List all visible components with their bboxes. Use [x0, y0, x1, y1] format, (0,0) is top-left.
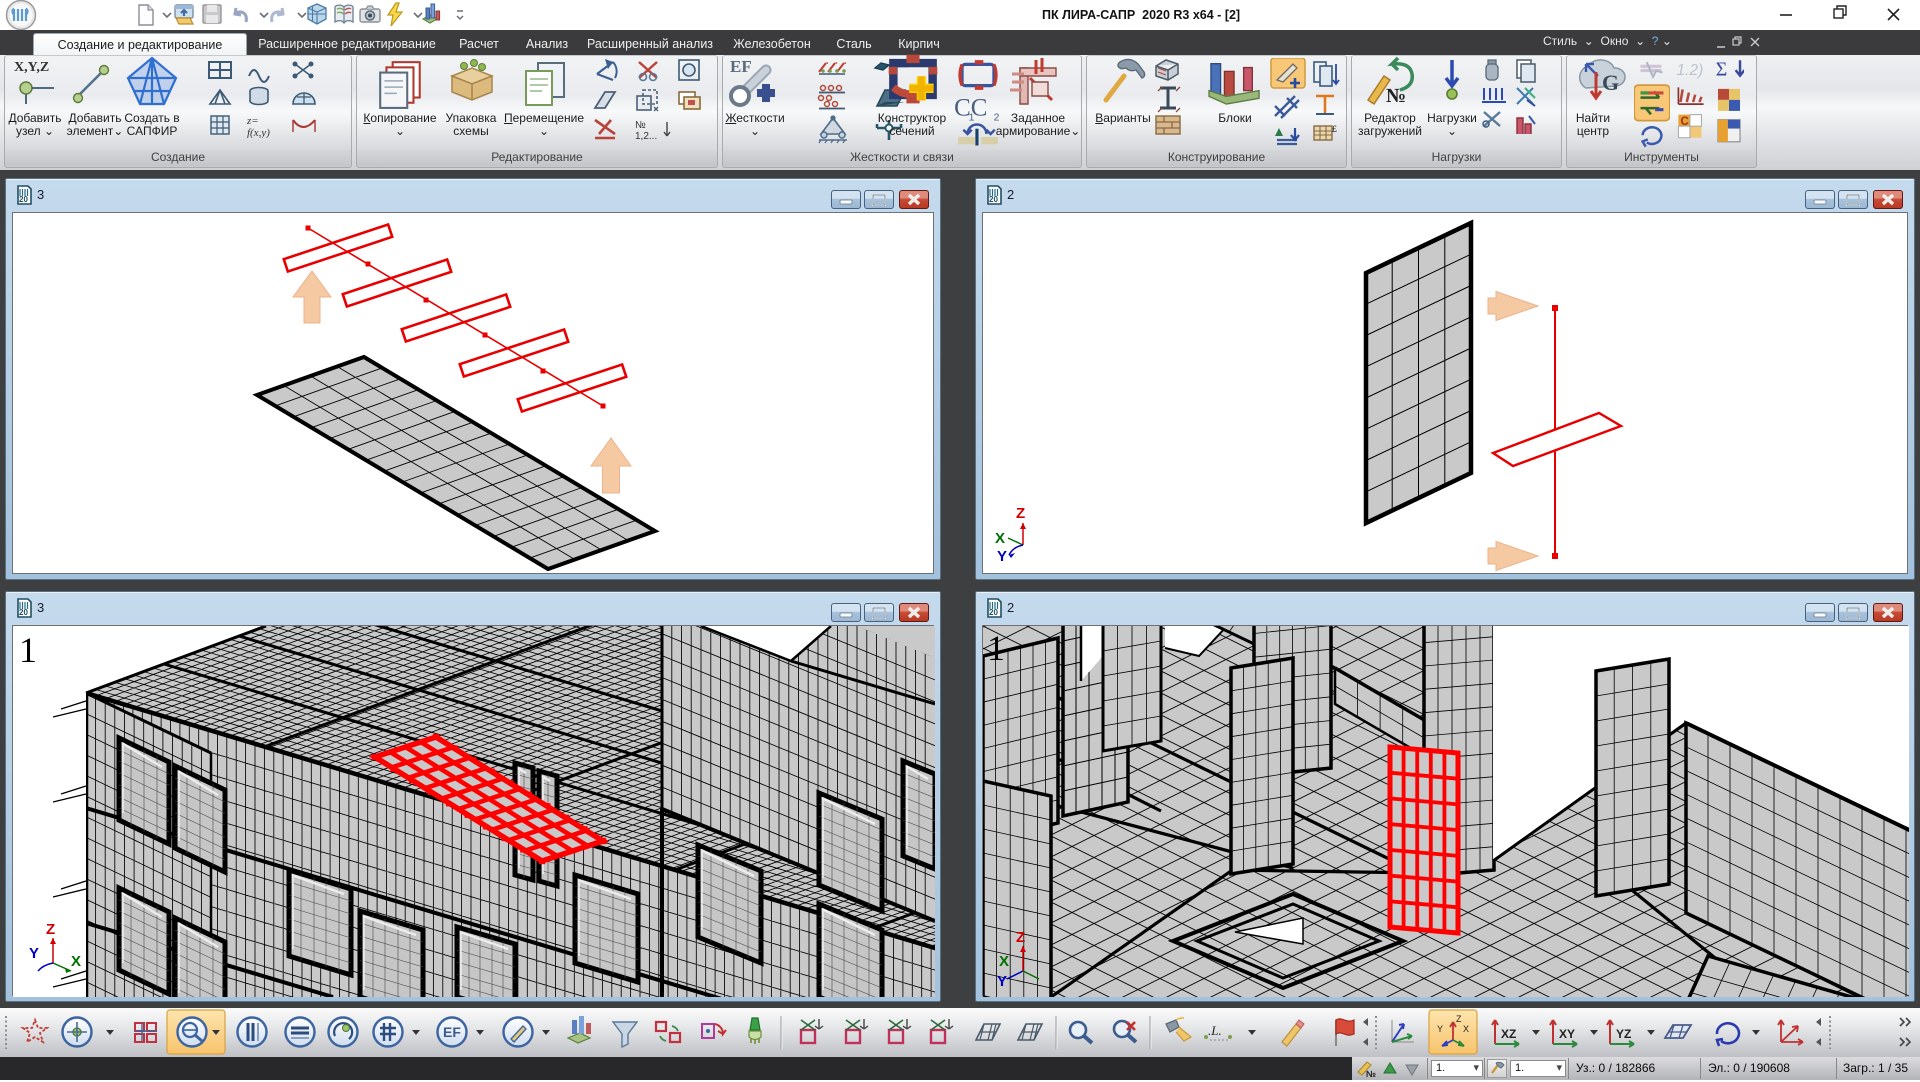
- svg-text:№: №: [1386, 85, 1406, 107]
- svg-text:Y: Y: [29, 945, 39, 962]
- svg-text:£: £: [1332, 124, 1337, 134]
- svg-text:z=: z=: [246, 115, 259, 127]
- svg-text:№: №: [635, 120, 646, 131]
- svg-text:Z: Z: [1016, 929, 1025, 946]
- svg-text:20: 20: [19, 608, 28, 617]
- svg-text:Y: Y: [997, 548, 1007, 565]
- svg-text:20: 20: [989, 608, 998, 617]
- svg-text:.L.: .L.: [1208, 1023, 1222, 1038]
- svg-text:Z: Z: [46, 921, 55, 938]
- svg-text:20: 20: [19, 195, 28, 204]
- svg-text:XY: XY: [1559, 1027, 1575, 1041]
- svg-text:X,Y,Z: X,Y,Z: [14, 60, 49, 75]
- svg-text:X: X: [1463, 1024, 1469, 1034]
- svg-text:f(x,y): f(x,y): [247, 127, 270, 138]
- svg-text:EF: EF: [730, 57, 752, 76]
- svg-text:XZ: XZ: [1501, 1027, 1516, 1041]
- svg-text:1: 1: [19, 630, 37, 670]
- svg-text:G: G: [1602, 70, 1619, 95]
- svg-text:X: X: [995, 530, 1005, 547]
- svg-text:№: №: [1366, 1069, 1376, 1079]
- svg-text:Y: Y: [1437, 1024, 1443, 1034]
- svg-text:1: 1: [969, 113, 975, 122]
- svg-text:1,2...: 1,2...: [635, 131, 657, 142]
- svg-text:Y: Y: [997, 973, 1007, 990]
- svg-text:1.2): 1.2): [1676, 62, 1703, 79]
- svg-text:1: 1: [987, 628, 1005, 668]
- svg-text:Z: Z: [1456, 1014, 1462, 1024]
- svg-text:Z: Z: [1016, 505, 1025, 522]
- svg-text:C: C: [1681, 116, 1689, 128]
- svg-text:EF: EF: [443, 1024, 461, 1040]
- svg-text:X: X: [71, 953, 81, 970]
- svg-text:X: X: [999, 953, 1009, 970]
- svg-text:20: 20: [989, 195, 998, 204]
- svg-text:YZ: YZ: [1616, 1027, 1631, 1041]
- svg-text:Σ: Σ: [1716, 59, 1728, 81]
